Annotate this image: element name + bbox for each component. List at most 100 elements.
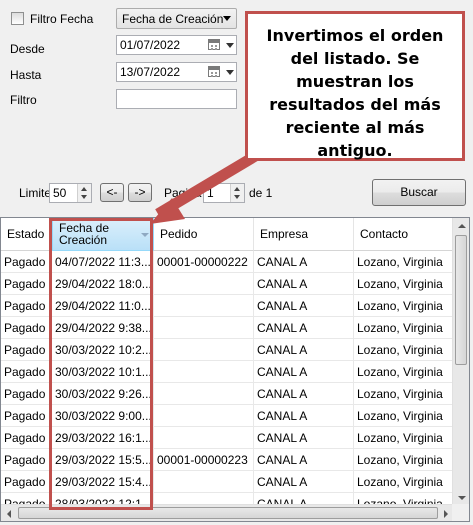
table-row[interactable]: Pagado 29/03/2022 15:5... 00001-00000223 CA…: [1, 449, 454, 471]
date-field-select[interactable]: Fecha de Creación: [116, 8, 237, 29]
cell-pedido[interactable]: [154, 427, 254, 449]
vertical-scroll-thumb[interactable]: [455, 235, 467, 365]
table-row[interactable]: Pagado 29/04/2022 11:0... CANAL A Lozano, V…: [1, 295, 454, 317]
cell-contacto[interactable]: Lozano, Virginia: [354, 273, 454, 295]
table-row[interactable]: Pagado 29/04/2022 18:0... CANAL A Lozano, V…: [1, 273, 454, 295]
cell-fecha-creacion[interactable]: 29/03/2022 16:1...: [52, 427, 154, 449]
cell-contacto[interactable]: Lozano, Virginia: [354, 361, 454, 383]
cell-contacto[interactable]: Lozano, Virginia: [354, 449, 454, 471]
cell-empresa[interactable]: CANAL A: [254, 273, 354, 295]
scroll-left-icon[interactable]: [7, 510, 11, 518]
chevron-up-icon[interactable]: [234, 187, 240, 191]
chevron-down-icon[interactable]: [234, 195, 240, 199]
horizontal-scroll-thumb[interactable]: [18, 507, 438, 519]
cell-pedido[interactable]: [154, 339, 254, 361]
cell-empresa[interactable]: CANAL A: [254, 295, 354, 317]
prev-page-button[interactable]: <-: [100, 183, 124, 202]
cell-fecha-creacion[interactable]: 29/04/2022 11:0...: [52, 295, 154, 317]
cell-empresa[interactable]: CANAL A: [254, 383, 354, 405]
cell-estado[interactable]: Pagado: [1, 449, 52, 471]
column-header-pedido[interactable]: Pedido: [154, 218, 254, 251]
cell-fecha-creacion[interactable]: 30/03/2022 10:2...: [52, 339, 154, 361]
table-row[interactable]: Pagado 29/03/2022 15:4... CANAL A Lozano, V…: [1, 471, 454, 493]
cell-estado[interactable]: Pagado: [1, 383, 52, 405]
cell-empresa[interactable]: CANAL A: [254, 317, 354, 339]
desde-date-value: 01/07/2022: [120, 38, 181, 52]
cell-pedido[interactable]: 00001-00000223: [154, 449, 254, 471]
cell-contacto[interactable]: Lozano, Virginia: [354, 383, 454, 405]
cell-pedido[interactable]: [154, 383, 254, 405]
cell-fecha-creacion[interactable]: 29/03/2022 15:5...: [52, 449, 154, 471]
table-row[interactable]: Pagado 29/03/2022 16:1... CANAL A Lozano, V…: [1, 427, 454, 449]
cell-pedido[interactable]: [154, 295, 254, 317]
column-header-estado[interactable]: Estado: [1, 218, 52, 251]
cell-contacto[interactable]: Lozano, Virginia: [354, 295, 454, 317]
table-row[interactable]: Pagado 30/03/2022 10:1... CANAL A Lozano, V…: [1, 361, 454, 383]
table-row[interactable]: Pagado 04/07/2022 11:3... 00001-00000222 CA…: [1, 251, 454, 273]
cell-fecha-creacion[interactable]: 30/03/2022 9:00...: [52, 405, 154, 427]
table-row[interactable]: Pagado 30/03/2022 9:26... CANAL A Lozano, V…: [1, 383, 454, 405]
cell-contacto[interactable]: Lozano, Virginia: [354, 405, 454, 427]
hasta-date-picker[interactable]: 13/07/2022: [116, 62, 237, 82]
filtro-input[interactable]: [116, 89, 237, 109]
cell-empresa[interactable]: CANAL A: [254, 449, 354, 471]
table-row[interactable]: Pagado 30/03/2022 10:2... CANAL A Lozano, V…: [1, 339, 454, 361]
scroll-right-icon[interactable]: [444, 510, 448, 518]
cell-fecha-creacion[interactable]: 04/07/2022 11:3...: [52, 251, 154, 273]
cell-estado[interactable]: Pagado: [1, 361, 52, 383]
column-header-fecha-creacion[interactable]: Fecha de Creación: [52, 218, 154, 251]
cell-empresa[interactable]: CANAL A: [254, 339, 354, 361]
cell-contacto[interactable]: Lozano, Virginia: [354, 317, 454, 339]
cell-estado[interactable]: Pagado: [1, 317, 52, 339]
hasta-calendar-button[interactable]: [208, 65, 234, 79]
cell-empresa[interactable]: CANAL A: [254, 471, 354, 493]
cell-contacto[interactable]: Lozano, Virginia: [354, 251, 454, 273]
cell-estado[interactable]: Pagado: [1, 339, 52, 361]
table-row[interactable]: Pagado 30/03/2022 9:00... CANAL A Lozano, V…: [1, 405, 454, 427]
chevron-down-icon[interactable]: [81, 195, 87, 199]
cell-empresa[interactable]: CANAL A: [254, 405, 354, 427]
cell-pedido[interactable]: [154, 405, 254, 427]
cell-pedido[interactable]: 00001-00000222: [154, 251, 254, 273]
desde-date-picker[interactable]: 01/07/2022: [116, 35, 237, 55]
cell-empresa[interactable]: CANAL A: [254, 251, 354, 273]
results-grid[interactable]: Estado Fecha de Creación Pedido Empresa …: [0, 217, 470, 522]
cell-fecha-creacion[interactable]: 29/03/2022 15:4...: [52, 471, 154, 493]
scroll-up-icon[interactable]: [458, 224, 466, 228]
limite-stepper-buttons[interactable]: [77, 184, 91, 202]
column-header-empresa[interactable]: Empresa: [254, 218, 354, 251]
cell-contacto[interactable]: Lozano, Virginia: [354, 471, 454, 493]
filtro-fecha-checkbox[interactable]: [11, 12, 24, 25]
cell-pedido[interactable]: [154, 361, 254, 383]
pagina-stepper[interactable]: 1: [203, 183, 245, 203]
cell-pedido[interactable]: [154, 317, 254, 339]
cell-estado[interactable]: Pagado: [1, 295, 52, 317]
cell-contacto[interactable]: Lozano, Virginia: [354, 339, 454, 361]
pagina-stepper-buttons[interactable]: [230, 184, 244, 202]
table-row[interactable]: Pagado 29/04/2022 9:38... CANAL A Lozano, V…: [1, 317, 454, 339]
cell-fecha-creacion[interactable]: 30/03/2022 9:26...: [52, 383, 154, 405]
cell-empresa[interactable]: CANAL A: [254, 427, 354, 449]
desde-calendar-button[interactable]: [208, 38, 234, 52]
buscar-button[interactable]: Buscar: [372, 179, 466, 206]
column-header-contacto[interactable]: Contacto: [354, 218, 454, 251]
cell-empresa[interactable]: CANAL A: [254, 361, 354, 383]
horizontal-scrollbar[interactable]: [1, 504, 454, 521]
scroll-down-icon[interactable]: [458, 496, 466, 500]
cell-fecha-creacion[interactable]: 30/03/2022 10:1...: [52, 361, 154, 383]
cell-fecha-creacion[interactable]: 29/04/2022 18:0...: [52, 273, 154, 295]
chevron-up-icon[interactable]: [81, 187, 87, 191]
cell-pedido[interactable]: [154, 273, 254, 295]
cell-fecha-creacion[interactable]: 29/04/2022 9:38...: [52, 317, 154, 339]
cell-pedido[interactable]: [154, 471, 254, 493]
cell-estado[interactable]: Pagado: [1, 427, 52, 449]
scrollbar-corner: [452, 504, 469, 521]
cell-estado[interactable]: Pagado: [1, 273, 52, 295]
cell-contacto[interactable]: Lozano, Virginia: [354, 427, 454, 449]
next-page-button[interactable]: ->: [128, 183, 152, 202]
cell-estado[interactable]: Pagado: [1, 251, 52, 273]
vertical-scrollbar[interactable]: [452, 218, 469, 506]
limite-stepper[interactable]: 50: [49, 183, 92, 203]
cell-estado[interactable]: Pagado: [1, 405, 52, 427]
cell-estado[interactable]: Pagado: [1, 471, 52, 493]
